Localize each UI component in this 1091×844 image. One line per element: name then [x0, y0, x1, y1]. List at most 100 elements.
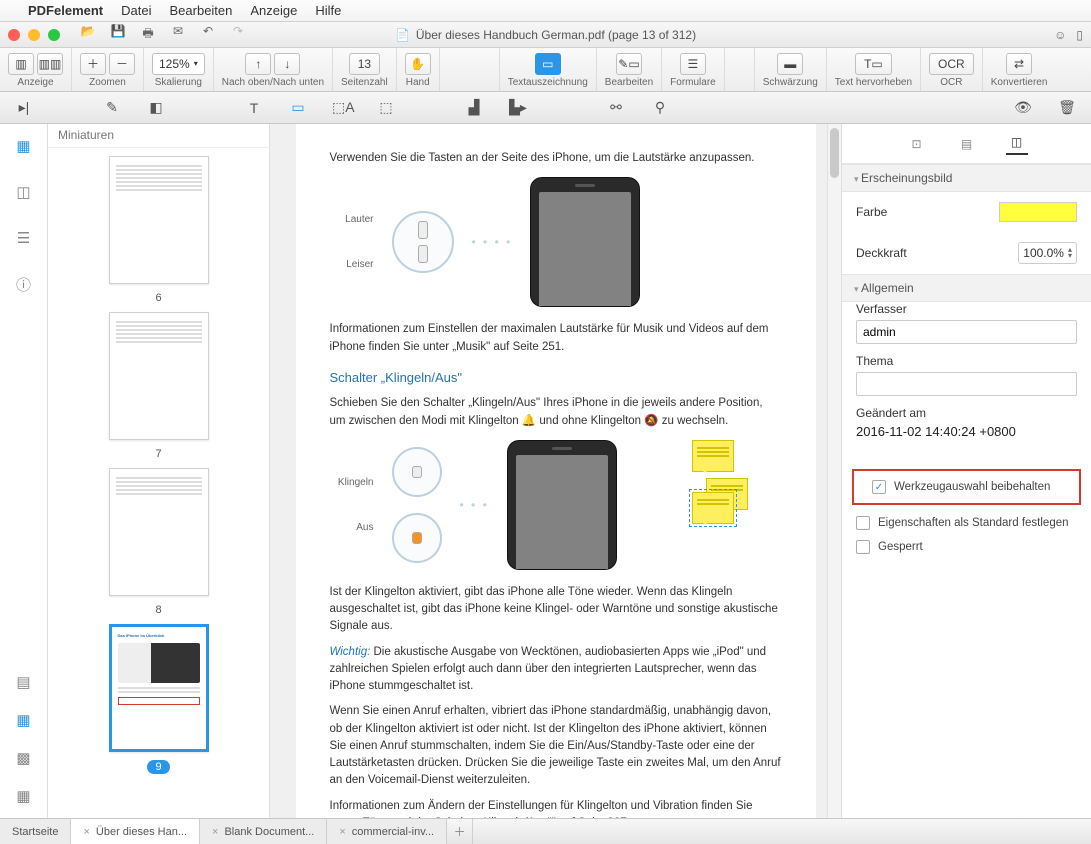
page-down-button[interactable]: ↓: [274, 53, 300, 75]
window-title-text: Über dieses Handbuch German.pdf (page 13…: [416, 28, 696, 42]
vertical-scrollbar[interactable]: [827, 124, 841, 818]
info-tab-icon[interactable]: ⓘ: [12, 272, 36, 296]
page-number-input[interactable]: 13: [349, 53, 380, 75]
zoom-out-button[interactable]: －: [109, 53, 135, 75]
author-label: Verfasser: [856, 302, 1077, 316]
props-tab-2-icon[interactable]: ▤: [956, 133, 978, 155]
link-tool-icon[interactable]: ⚯: [606, 99, 626, 116]
print-icon[interactable]: 🖶: [140, 24, 156, 45]
forms-button[interactable]: ☰: [680, 53, 706, 75]
highlighted-option-box: ✓ Werkzeugauswahl beibehalten: [852, 469, 1081, 505]
rail-icon-2[interactable]: ▦: [12, 708, 36, 732]
minimize-window-button[interactable]: [28, 29, 40, 41]
scrollbar-thumb[interactable]: [830, 128, 839, 178]
thumbnails-tab-icon[interactable]: ▦: [12, 134, 36, 158]
document-view[interactable]: Verwenden Sie die Tasten an der Seite de…: [270, 124, 841, 818]
close-window-button[interactable]: [8, 29, 20, 41]
default-props-checkbox[interactable]: [856, 516, 870, 530]
close-tab-icon[interactable]: ×: [212, 826, 218, 838]
redact-button[interactable]: ▬: [777, 53, 803, 75]
convert-label: Konvertieren: [991, 77, 1048, 88]
ring-switch-callout: [392, 447, 442, 497]
select-tool-icon[interactable]: ▸|: [14, 99, 34, 116]
save-icon[interactable]: 💾: [110, 24, 126, 45]
page-up-button[interactable]: ↑: [245, 53, 271, 75]
figure-volume: Lauter Leiser • • • •: [330, 177, 782, 307]
device-icon[interactable]: ▯: [1076, 28, 1083, 42]
stamp-tool-icon[interactable]: ▟: [464, 99, 484, 116]
trash-icon[interactable]: 🗑: [1057, 99, 1077, 116]
default-props-label: Eigenschaften als Standard festlegen: [878, 517, 1069, 529]
bookmarks-tab-icon[interactable]: ◫: [12, 180, 36, 204]
opacity-stepper[interactable]: 100.0% ▴▾: [1018, 242, 1077, 264]
zoom-in-button[interactable]: ＋: [80, 53, 106, 75]
properties-panel: ⊡ ▤ ◫ Erscheinungsbild Farbe Deckkraft 1…: [841, 124, 1091, 818]
appearance-section-header[interactable]: Erscheinungsbild: [842, 164, 1091, 192]
main-area: ▦ ◫ ☰ ⓘ ▤ ▦ ▩ ▦ Miniaturen 6 7 8 Das iPh…: [0, 124, 1091, 818]
user-icon[interactable]: ☺: [1054, 28, 1066, 42]
opacity-value: 100.0%: [1023, 246, 1064, 260]
page-thumbnail[interactable]: [109, 468, 209, 596]
redo-icon[interactable]: ↷: [230, 24, 246, 45]
locked-checkbox[interactable]: [856, 540, 870, 554]
menu-help[interactable]: Hilfe: [315, 3, 341, 18]
props-tab-3-icon[interactable]: ◫: [1006, 133, 1028, 155]
mail-icon[interactable]: ✉: [170, 24, 186, 45]
comment-tool-icon[interactable]: ▭: [288, 99, 308, 116]
rail-icon-4[interactable]: ▦: [12, 784, 36, 808]
highlight-label: Textauszeichnung: [508, 77, 588, 88]
edit-button[interactable]: ✎▭: [616, 53, 642, 75]
tab-current-doc[interactable]: × Über dieses Han...: [71, 819, 200, 844]
sticky-note-annotation-selected[interactable]: [692, 492, 734, 524]
highlight-button[interactable]: ▭: [535, 53, 561, 75]
tab-commercial[interactable]: × commercial-inv...: [327, 819, 447, 844]
menu-file[interactable]: Datei: [121, 3, 151, 18]
label-ring: Klingeln: [330, 475, 374, 490]
author-input[interactable]: [856, 320, 1077, 344]
menu-view[interactable]: Anzeige: [250, 3, 297, 18]
figure-ringer: Klingeln Aus • • •: [330, 440, 782, 570]
add-tab-button[interactable]: ＋: [447, 819, 473, 844]
menu-edit[interactable]: Bearbeiten: [170, 3, 233, 18]
text-tool-icon[interactable]: T: [244, 100, 264, 116]
tab-blank-doc[interactable]: × Blank Document...: [200, 819, 327, 844]
outline-tab-icon[interactable]: ☰: [12, 226, 36, 250]
view-double-button[interactable]: ▥▥: [37, 53, 63, 75]
app-name[interactable]: PDFelement: [28, 3, 103, 18]
stamp2-tool-icon[interactable]: ▙▸: [508, 99, 528, 116]
convert-button[interactable]: ⇄: [1006, 53, 1032, 75]
props-tab-1-icon[interactable]: ⊡: [906, 133, 928, 155]
hand-tool-button[interactable]: ✋: [405, 53, 431, 75]
thumbnail-page-number: 6: [155, 292, 161, 304]
area-tool-icon[interactable]: ⬚: [376, 99, 396, 116]
close-tab-icon[interactable]: ×: [339, 826, 345, 838]
textbox-tool-icon[interactable]: ⬚A: [332, 99, 352, 116]
pencil-tool-icon[interactable]: ✎: [102, 99, 122, 116]
document-page: Verwenden Sie die Tasten an der Seite de…: [296, 124, 816, 818]
stepper-icon[interactable]: ▴▾: [1068, 247, 1072, 259]
view-single-button[interactable]: ▥: [8, 53, 34, 75]
rail-icon-3[interactable]: ▩: [12, 746, 36, 770]
rail-icon-1[interactable]: ▤: [12, 670, 36, 694]
zoom-select[interactable]: 125% ▾: [152, 53, 205, 75]
open-file-icon[interactable]: 📂: [80, 24, 96, 45]
page-thumbnail[interactable]: [109, 156, 209, 284]
eraser-tool-icon[interactable]: ◧: [146, 99, 166, 116]
tab-start[interactable]: Startseite: [0, 819, 71, 844]
texthl-label: Text hervorheben: [835, 77, 912, 88]
maximize-window-button[interactable]: [48, 29, 60, 41]
close-tab-icon[interactable]: ×: [83, 826, 89, 838]
color-swatch[interactable]: [999, 202, 1077, 222]
label-louder: Lauter: [330, 212, 374, 227]
subject-input[interactable]: [856, 372, 1077, 396]
ocr-button[interactable]: OCR: [929, 53, 974, 75]
page-thumbnail-selected[interactable]: Das iPhone im Überblick: [109, 624, 209, 752]
undo-icon[interactable]: ↶: [200, 24, 216, 45]
general-section-header[interactable]: Allgemein: [842, 274, 1091, 302]
visibility-icon[interactable]: 👁: [1013, 99, 1033, 116]
page-thumbnail[interactable]: [109, 312, 209, 440]
sticky-note-annotation[interactable]: [692, 440, 734, 472]
text-highlight-button[interactable]: T▭: [855, 53, 892, 75]
keep-tool-checkbox[interactable]: ✓: [872, 480, 886, 494]
attach-tool-icon[interactable]: ⚲: [650, 99, 670, 116]
